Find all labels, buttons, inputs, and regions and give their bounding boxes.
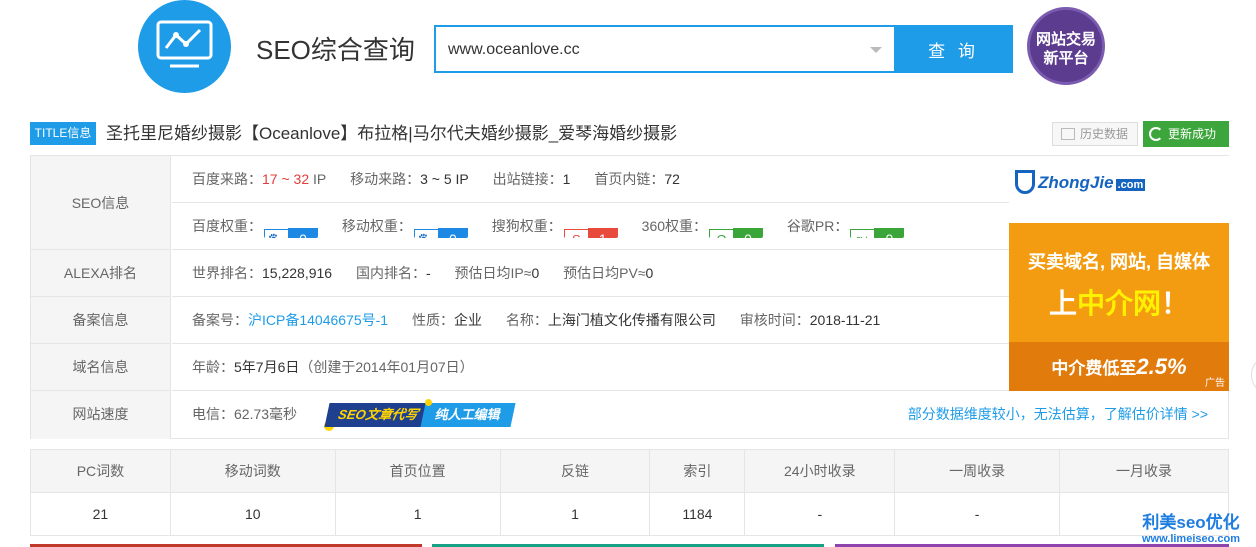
- header-mobile-words: 移动词数: [169, 449, 336, 493]
- brand-title: SEO综合查询: [256, 35, 415, 65]
- domain-label: 域名信息: [31, 344, 171, 391]
- header-index: 索引: [649, 449, 746, 493]
- update-button[interactable]: 更新成功: [1143, 121, 1229, 147]
- icp-name: 名称：上海门植文化传播有限公司: [505, 312, 716, 328]
- daily-ip: 预估日均IP≈0: [454, 265, 540, 281]
- search-button[interactable]: 查 询: [894, 25, 1013, 73]
- baidu-rank[interactable]: 百度权重：🐾0: [192, 203, 318, 249]
- seo-info-label: SEO信息: [31, 156, 171, 250]
- dropdown-arrow-icon[interactable]: [870, 47, 882, 53]
- domestic-rank: 国内排名：-: [355, 265, 431, 281]
- refresh-icon: [1149, 127, 1163, 141]
- value-mobile-words[interactable]: 10: [169, 492, 336, 536]
- ad-line2: 上中介网！: [1048, 288, 1190, 319]
- google-pr[interactable]: 谷歌PR：g+0: [787, 203, 905, 249]
- watermark: 利美seo优化 www.limeiseo.com: [1142, 508, 1240, 545]
- site-logo[interactable]: [138, 0, 231, 93]
- seo-traffic-row: 百度来路：17 ~ 32 IP 移动来路：3 ~ 5 IP 出站链接：1 首页内…: [172, 156, 1009, 203]
- sogou-icon: S: [563, 229, 588, 239]
- badge-line1: 网站交易: [1035, 31, 1096, 48]
- icp-audit-time: 审核时间：2018-11-21: [739, 312, 881, 328]
- home-inner-links: 首页内链：72: [594, 171, 680, 187]
- site-title: 圣托里尼婚纱摄影【Oceanlove】布拉格|马尔代夫婚纱摄影_爱琴海婚纱摄影: [106, 124, 678, 143]
- speed-label: 网站速度: [31, 391, 171, 439]
- header-24h-included: 24小时收录: [744, 449, 896, 493]
- stats-table: PC词数 移动词数 首页位置 反链 索引 24小时收录 一周收录 一月收录 21…: [30, 449, 1229, 536]
- value-backlinks[interactable]: 1: [499, 492, 651, 536]
- paw-icon: 🐾: [264, 229, 288, 239]
- icp-nature: 性质：企业: [411, 312, 482, 328]
- banner-part2: 纯人工编辑: [420, 403, 516, 427]
- paw-icon: 🐾: [413, 229, 438, 239]
- side-float-button[interactable]: [1251, 355, 1256, 395]
- sogou-rank[interactable]: 搜狗权重：S1: [492, 203, 618, 249]
- update-label: 更新成功: [1168, 127, 1217, 141]
- value-index[interactable]: 1184: [649, 492, 746, 536]
- history-icon: [1061, 128, 1075, 140]
- ad-line3: 中介费低至2.5%: [1009, 342, 1229, 391]
- world-rank: 世界排名：15,228,916: [192, 265, 333, 281]
- mobile-source: 移动来路：3 ~ 5 IP: [350, 171, 469, 187]
- header-home-position: 首页位置: [334, 449, 501, 493]
- speed-row: 电信：62.73毫秒 SEO文章代写 纯人工编辑 部分数据维度较小，无法估算，了…: [172, 391, 1228, 439]
- ad-line1: 买卖域名, 网站, 自媒体: [1027, 252, 1210, 272]
- header-week-included: 一周收录: [894, 449, 1061, 493]
- outbound-links: 出站链接：1: [492, 171, 571, 187]
- seo-writing-banner[interactable]: SEO文章代写 纯人工编辑: [324, 399, 517, 431]
- google-plus-icon: g+: [850, 229, 875, 239]
- 360-rank[interactable]: 360权重：O0: [642, 203, 764, 249]
- title-tag: TITLE信息: [30, 122, 96, 145]
- value-home-position: 1: [334, 492, 501, 536]
- zhongjie-logo: ZhongJie .com: [1015, 170, 1146, 194]
- domain-row: 年龄：5年7月6日（创建于2014年01月07日）: [172, 344, 1009, 391]
- header-month-included: 一月收录: [1059, 449, 1229, 493]
- ad-tag: 广告: [1205, 378, 1225, 389]
- icp-label: 备案信息: [31, 297, 171, 344]
- icp-row: 备案号：沪ICP备14046675号-1 性质：企业 名称：上海门植文化传播有限…: [172, 297, 1009, 344]
- value-week-included: -: [894, 492, 1061, 536]
- info-grid: SEO信息 百度来路：17 ~ 32 IP 移动来路：3 ~ 5 IP 出站链接…: [30, 155, 1229, 439]
- ad-banner[interactable]: ZhongJie .com 买卖域名, 网站, 自媒体 上中介网！ 中介费低至2.…: [1009, 156, 1229, 391]
- history-label: 历史数据: [1080, 127, 1129, 141]
- banner-part1: SEO文章代写: [324, 403, 432, 427]
- 360-icon: O: [709, 229, 734, 239]
- header-pc-words: PC词数: [30, 449, 171, 493]
- valuation-detail-link[interactable]: 部分数据维度较小，无法估算，了解估价详情 >>: [908, 391, 1208, 438]
- shield-icon: [1015, 170, 1035, 194]
- icp-number-link[interactable]: 沪ICP备14046675号-1: [248, 312, 388, 328]
- value-pc-words[interactable]: 21: [30, 492, 171, 536]
- market-badge[interactable]: 网站交易 新平台: [1027, 7, 1105, 85]
- alexa-row: 世界排名：15,228,916 国内排名：- 预估日均IP≈0 预估日均PV≈0: [172, 250, 1009, 297]
- header-backlinks: 反链: [499, 449, 651, 493]
- badge-line2: 新平台: [1043, 50, 1089, 67]
- chart-monitor-icon: [156, 20, 213, 68]
- watermark-line2: www.limeiseo.com: [1142, 533, 1241, 545]
- history-data-button[interactable]: 历史数据: [1052, 122, 1138, 146]
- search-box: [434, 25, 894, 73]
- value-24h-included: -: [744, 492, 896, 536]
- stats-header-row: PC词数 移动词数 首页位置 反链 索引 24小时收录 一周收录 一月收录: [30, 449, 1229, 493]
- stats-value-row: 21 10 1 1 1184 - -: [30, 492, 1229, 536]
- telecom-speed: 电信：62.73毫秒: [192, 406, 298, 422]
- alexa-label: ALEXA排名: [31, 250, 171, 297]
- mobile-rank[interactable]: 移动权重：🐾0: [342, 203, 468, 249]
- daily-pv: 预估日均PV≈0: [563, 265, 654, 281]
- domain-age: 年龄：5年7月6日（创建于2014年01月07日）: [192, 359, 474, 375]
- seo-rank-row: 百度权重：🐾0 移动权重：🐾0 搜狗权重：S1 360权重：O0 谷歌PR：g+…: [172, 203, 1009, 250]
- watermark-line1: 利美seo优化: [1142, 513, 1240, 532]
- baidu-source: 百度来路：17 ~ 32 IP: [192, 171, 327, 187]
- icp-number[interactable]: 备案号：沪ICP备14046675号-1: [192, 297, 388, 343]
- search-input[interactable]: [448, 39, 848, 61]
